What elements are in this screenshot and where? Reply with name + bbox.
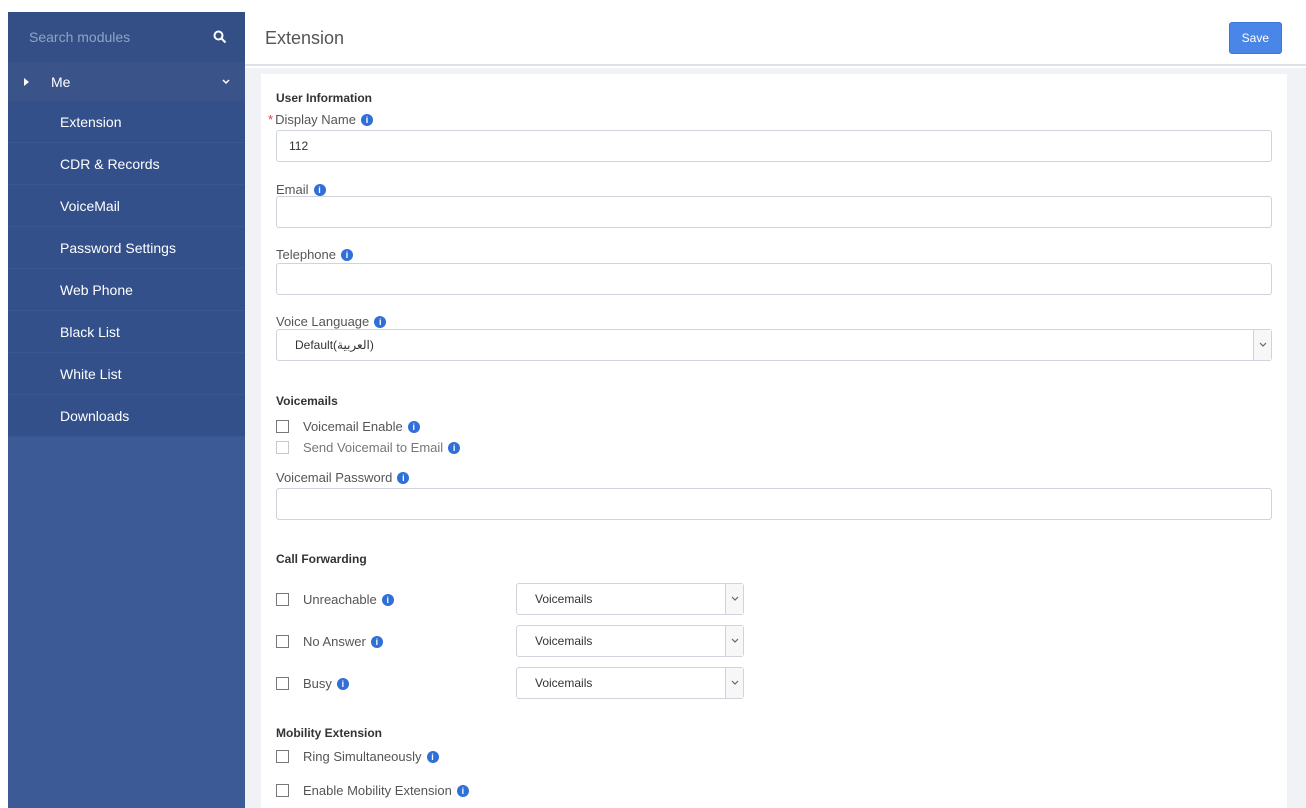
- checkbox[interactable]: [276, 635, 289, 648]
- forward-busy-checkbox[interactable]: Busy i: [276, 676, 349, 691]
- search-icon[interactable]: [213, 30, 227, 44]
- sidebar-item-white-list[interactable]: White List: [8, 353, 245, 395]
- voice-language-select[interactable]: Default(العربية): [276, 329, 1272, 361]
- telephone-label: Telephone i: [276, 247, 353, 262]
- info-icon[interactable]: i: [381, 593, 394, 606]
- email-field[interactable]: [276, 196, 1272, 228]
- sidebar-item-label: Password Settings: [60, 239, 176, 256]
- ring-simultaneously-checkbox[interactable]: Ring Simultaneously i: [276, 749, 439, 764]
- telephone-field[interactable]: [276, 263, 1272, 295]
- display-name-label: * Display Name i: [268, 112, 373, 127]
- send-voicemail-email-checkbox[interactable]: Send Voicemail to Email i: [276, 440, 461, 455]
- forward-busy-value: Voicemails: [535, 676, 593, 690]
- info-icon[interactable]: i: [370, 635, 383, 648]
- ring-simultaneously-label: Ring Simultaneously: [303, 749, 422, 764]
- chevron-down-icon: [222, 78, 230, 84]
- info-icon[interactable]: i: [448, 441, 461, 454]
- voicemail-password-label: Voicemail Password i: [276, 470, 410, 485]
- info-icon[interactable]: i: [336, 677, 349, 690]
- checkbox[interactable]: [276, 441, 289, 454]
- sidebar-group-label: Me: [51, 73, 71, 90]
- chevron-down-icon: [725, 668, 743, 698]
- sidebar-item-label: Black List: [60, 323, 120, 340]
- sidebar-item-label: Web Phone: [60, 281, 133, 298]
- sidebar-item-label: White List: [60, 365, 122, 382]
- forward-busy-label: Busy: [303, 676, 332, 691]
- enable-mobility-checkbox[interactable]: Enable Mobility Extension i: [276, 783, 469, 798]
- sidebar-item-voicemail[interactable]: VoiceMail: [8, 185, 245, 227]
- forward-unreachable-select[interactable]: Voicemails: [516, 583, 744, 615]
- sidebar-item-label: CDR & Records: [60, 155, 160, 172]
- sidebar-item-label: VoiceMail: [60, 197, 120, 214]
- email-label-text: Email: [276, 182, 309, 197]
- chevron-down-icon: [1253, 330, 1271, 360]
- info-icon[interactable]: i: [341, 248, 353, 261]
- sidebar-item-downloads[interactable]: Downloads: [8, 395, 245, 437]
- email-label: Email i: [276, 182, 326, 197]
- checkbox[interactable]: [276, 677, 289, 690]
- sidebar-item-label: Extension: [60, 113, 122, 130]
- sidebar-item-label: Downloads: [60, 407, 130, 424]
- checkbox[interactable]: [276, 593, 289, 606]
- info-icon[interactable]: i: [426, 750, 439, 763]
- chevron-down-icon: [725, 584, 743, 614]
- enable-mobility-label: Enable Mobility Extension: [303, 783, 452, 798]
- voice-language-value: Default(العربية): [295, 338, 374, 352]
- checkbox[interactable]: [276, 784, 289, 797]
- voicemail-enable-label: Voicemail Enable: [303, 419, 403, 434]
- forward-busy-select[interactable]: Voicemails: [516, 667, 744, 699]
- section-title-voicemails: Voicemails: [276, 394, 338, 408]
- forward-no-answer-label: No Answer: [303, 634, 366, 649]
- save-button[interactable]: Save: [1228, 22, 1282, 54]
- sidebar-item-extension[interactable]: Extension: [8, 101, 245, 143]
- forward-unreachable-label: Unreachable: [303, 592, 377, 607]
- forward-no-answer-select[interactable]: Voicemails: [516, 625, 744, 657]
- info-icon[interactable]: i: [360, 113, 373, 126]
- voicemail-password-label-text: Voicemail Password: [276, 470, 393, 485]
- display-name-label-text: Display Name: [275, 112, 356, 127]
- chevron-down-icon: [725, 626, 743, 656]
- info-icon[interactable]: i: [456, 784, 469, 797]
- checkbox[interactable]: [276, 750, 289, 763]
- module-search[interactable]: Search modules: [8, 12, 245, 62]
- sidebar-item-black-list[interactable]: Black List: [8, 311, 245, 353]
- page-title: Extension: [265, 27, 345, 48]
- info-icon[interactable]: i: [313, 183, 326, 196]
- voicemail-enable-checkbox[interactable]: Voicemail Enable i: [276, 419, 420, 434]
- forward-unreachable-checkbox[interactable]: Unreachable i: [276, 592, 394, 607]
- caret-right-icon: [24, 77, 29, 86]
- voice-language-label: Voice Language i: [276, 314, 387, 329]
- main-content: User Information * Display Name i 112 Em…: [245, 68, 1306, 808]
- telephone-label-text: Telephone: [276, 247, 336, 262]
- info-icon[interactable]: i: [374, 315, 387, 328]
- checkbox[interactable]: [276, 420, 289, 433]
- info-icon[interactable]: i: [407, 420, 420, 433]
- sidebar: Search modules Me Extension CDR & Record…: [8, 12, 245, 808]
- display-name-field[interactable]: 112: [276, 130, 1272, 162]
- voicemail-password-field[interactable]: [276, 488, 1272, 520]
- section-title-mobility-extension: Mobility Extension: [276, 726, 383, 740]
- extension-form: User Information * Display Name i 112 Em…: [261, 74, 1287, 808]
- required-marker: *: [268, 112, 274, 127]
- sidebar-item-cdr-records[interactable]: CDR & Records: [8, 143, 245, 185]
- sidebar-item-password-settings[interactable]: Password Settings: [8, 227, 245, 269]
- forward-no-answer-value: Voicemails: [535, 634, 593, 648]
- section-title-user-information: User Information: [276, 91, 373, 105]
- send-voicemail-email-label: Send Voicemail to Email: [303, 440, 444, 455]
- forward-unreachable-value: Voicemails: [535, 592, 593, 606]
- forward-no-answer-checkbox[interactable]: No Answer i: [276, 634, 383, 649]
- voice-language-label-text: Voice Language: [276, 314, 370, 329]
- page-header: Extension Save: [245, 12, 1306, 66]
- sidebar-group-me[interactable]: Me: [8, 62, 245, 101]
- sidebar-menu: Extension CDR & Records VoiceMail Passwo…: [8, 101, 245, 437]
- info-icon[interactable]: i: [397, 471, 410, 484]
- section-title-call-forwarding: Call Forwarding: [276, 552, 367, 566]
- sidebar-item-web-phone[interactable]: Web Phone: [8, 269, 245, 311]
- search-input[interactable]: Search modules: [29, 29, 130, 45]
